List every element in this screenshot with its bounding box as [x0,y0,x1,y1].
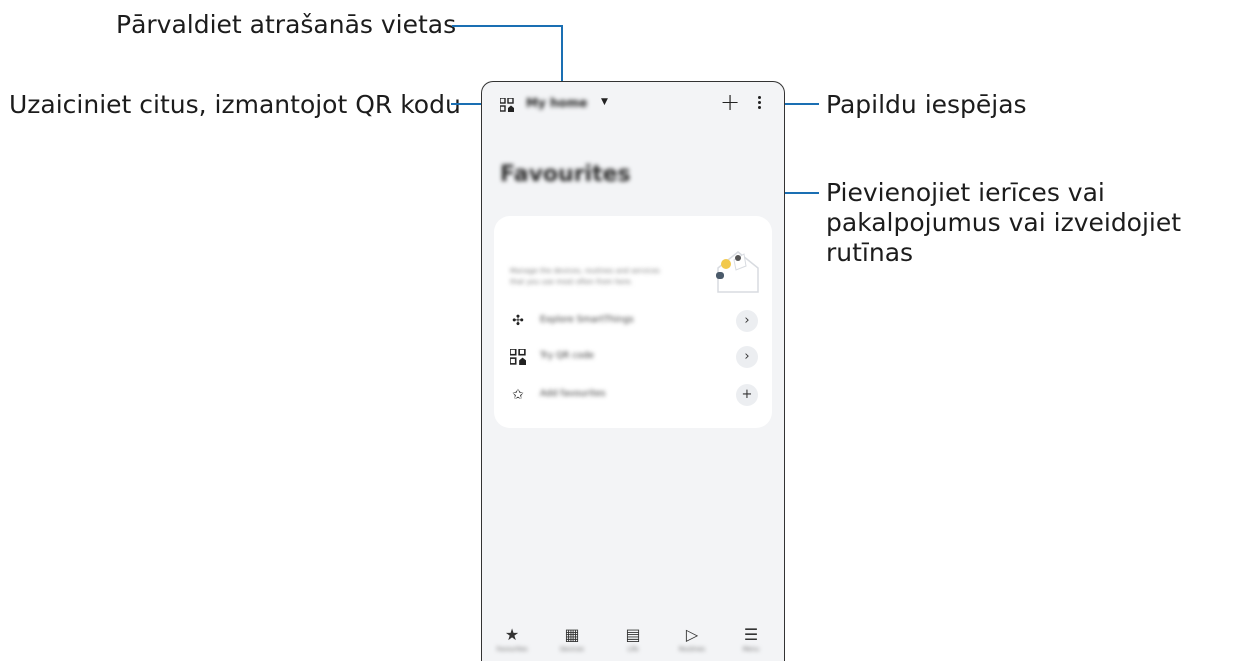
menu-label: Add favourites [540,389,606,399]
fan-icon: ✣ [512,313,524,329]
nav-favourites[interactable]: ★ Favourites [492,625,532,654]
page-title: Favourites [500,162,631,187]
menu-icon: ☰ [743,625,759,644]
play-circle-icon: ▷ [685,625,699,644]
qr-code-icon [510,349,526,365]
favourites-card: Manage the devices, routines and service… [494,216,772,428]
star-outline-icon: ✩ [512,387,524,403]
menu-row-add-favourites[interactable]: ✩ Add favourites + [510,384,760,408]
callout-more-options: Papildu iespējas [826,90,1027,119]
callout-manage-locations: Pārvaldiet atrašanās vietas [116,10,457,39]
location-selector[interactable]: My home [526,96,587,110]
top-bar: My home ▼ + [482,82,784,126]
nav-label: Menu [742,646,760,653]
nav-devices[interactable]: ▦ Devices [552,625,592,654]
phone-screen: My home ▼ + Favourites Manage the device… [481,81,785,661]
nav-life[interactable]: ▤ Life [613,625,653,654]
nav-routines[interactable]: ▷ Routines [672,625,712,654]
more-options-icon[interactable] [756,96,762,112]
menu-row-qr[interactable]: Try QR code › [510,346,760,370]
card-description: Manage the devices, routines and service… [510,267,660,286]
nav-label: Life [627,646,639,653]
callout-add-devices: Pievienojiet ierīces vai pakalpojumus va… [826,178,1182,267]
bottom-navigation: ★ Favourites ▦ Devices ▤ Life ▷ Routines… [482,622,784,661]
home-illustration-icon [716,251,759,293]
nav-label: Favourites [496,646,528,653]
add-icon[interactable]: + [736,384,758,406]
chevron-right-icon[interactable]: › [736,346,758,368]
callout-invite-qr: Uzaiciniet citus, izmantojot QR kodu [9,90,461,119]
menu-label: Explore SmartThings [540,315,634,325]
add-button[interactable]: + [720,89,740,115]
chevron-down-icon[interactable]: ▼ [601,97,608,107]
life-icon: ▤ [625,625,641,644]
nav-label: Routines [678,646,705,653]
chevron-right-icon[interactable]: › [736,310,758,332]
devices-icon: ▦ [564,625,580,644]
star-icon: ★ [504,625,520,644]
nav-label: Devices [560,646,584,653]
nav-menu[interactable]: ☰ Menu [731,625,771,654]
qr-code-icon[interactable] [500,98,514,112]
menu-row-explore[interactable]: ✣ Explore SmartThings › [510,310,760,334]
menu-label: Try QR code [540,351,594,361]
